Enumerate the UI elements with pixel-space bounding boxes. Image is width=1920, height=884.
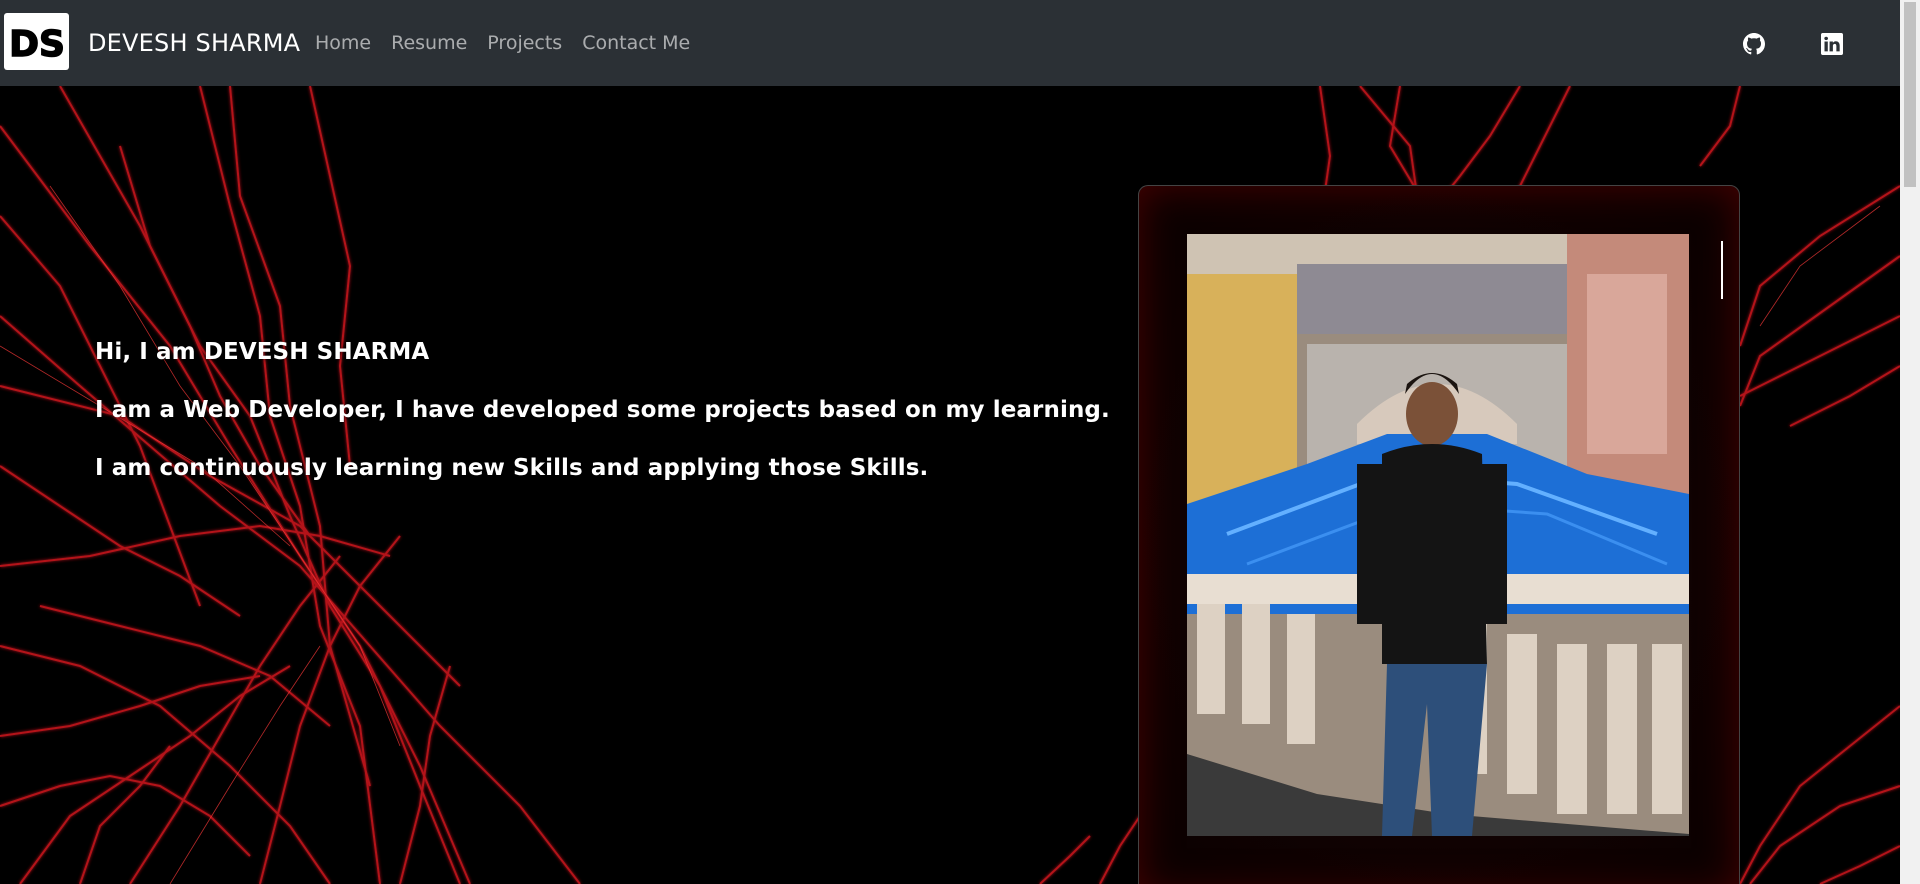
logo-text: DS (9, 24, 65, 65)
brand-name[interactable]: DEVESH SHARMA (88, 26, 300, 60)
nav-link-resume[interactable]: Resume (391, 30, 467, 56)
ds-logo-icon: DS (7, 18, 66, 65)
scrollbar-thumb[interactable] (1904, 2, 1916, 187)
linkedin-icon[interactable] (1821, 33, 1843, 55)
intro-greeting: Hi, I am DEVESH SHARMA (95, 339, 430, 365)
profile-photo-card (1138, 185, 1740, 884)
intro-learning: I am continuously learning new Skills an… (95, 455, 929, 481)
brand-logo[interactable]: DS (4, 13, 69, 70)
nav-link-contact-me[interactable]: Contact Me (582, 30, 690, 56)
page-scrollbar[interactable] (1900, 0, 1920, 884)
intro-role: I am a Web Developer, I have developed s… (95, 397, 1110, 423)
nav-link-projects[interactable]: Projects (487, 30, 562, 56)
intro-text-block: Hi, I am DEVESH SHARMA I am a Web Develo… (95, 339, 1110, 513)
page: DS DEVESH SHARMA Home Resume Projects Co… (0, 0, 1920, 884)
nav-links: Home Resume Projects Contact Me (315, 30, 690, 56)
profile-photo-illustration (1187, 234, 1689, 836)
text-cursor (1721, 241, 1723, 299)
hero-section: Hi, I am DEVESH SHARMA I am a Web Develo… (0, 86, 1900, 884)
nav-link-home[interactable]: Home (315, 30, 371, 56)
navbar: DS DEVESH SHARMA Home Resume Projects Co… (0, 0, 1900, 86)
profile-photo (1187, 234, 1689, 836)
github-icon[interactable] (1743, 33, 1765, 55)
